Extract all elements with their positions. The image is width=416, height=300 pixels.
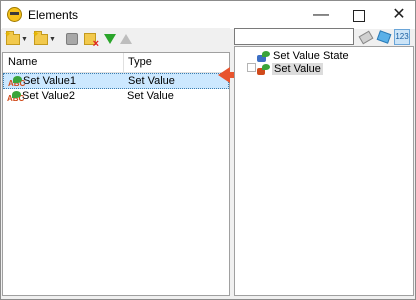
row-name: Set Value2 — [22, 90, 76, 102]
move-down-button[interactable] — [104, 31, 116, 47]
tree-expander[interactable] — [247, 63, 256, 72]
row-type: Set Value — [127, 90, 174, 102]
set-value-icon: ABC — [7, 91, 24, 103]
state-icon — [257, 51, 271, 63]
elements-toolbar: ✦ ▼ ✦ ▼ — [2, 28, 230, 50]
move-up-button[interactable] — [120, 31, 132, 47]
app-icon — [7, 7, 22, 22]
clear-filter-button[interactable] — [358, 29, 374, 45]
search-input[interactable] — [234, 28, 354, 45]
sort-numeric-button[interactable]: 123 — [394, 29, 410, 45]
tree-node-label: Set Value — [272, 63, 323, 75]
delete-button[interactable] — [84, 31, 99, 50]
tree-node-label: Set Value State — [273, 50, 349, 62]
state-tree[interactable]: Set Value State Set Value — [234, 46, 414, 296]
set-value-icon — [257, 64, 271, 76]
list-row[interactable]: ABC Set Value1 Set Value — [3, 73, 229, 89]
disable-button[interactable] — [66, 31, 78, 47]
add-element-icon: ✦ — [4, 29, 20, 45]
set-value-icon: ABC — [8, 76, 25, 88]
close-button[interactable]: ✕ — [377, 1, 416, 29]
dropdown-arrow-icon: ▼ — [21, 35, 28, 43]
highlight-button[interactable] — [376, 29, 392, 45]
list-header: Name Type — [3, 53, 229, 73]
disabled-icon — [66, 33, 78, 45]
move-down-icon — [104, 34, 116, 44]
column-header-name[interactable]: Name — [8, 56, 37, 68]
add-folder-icon: ✦ — [32, 29, 48, 45]
title-bar[interactable]: Elements — ✕ — [1, 1, 415, 29]
move-up-icon — [120, 34, 132, 44]
list-row[interactable]: ABC Set Value2 Set Value — [3, 89, 229, 105]
dropdown-arrow-icon: ▼ — [49, 35, 56, 43]
maximize-button[interactable] — [337, 1, 381, 29]
eraser-icon — [358, 30, 374, 45]
row-name: Set Value1 — [23, 75, 77, 87]
window-title: Elements — [28, 8, 79, 22]
add-element-button[interactable]: ✦ ▼ — [4, 29, 28, 47]
elements-list[interactable]: Name Type ABC Set Value1 Set Value ABC S… — [2, 52, 230, 296]
row-type: Set Value — [128, 75, 175, 87]
add-folder-button[interactable]: ✦ ▼ — [32, 29, 56, 47]
paint-icon — [376, 30, 392, 44]
column-header-type[interactable]: Type — [128, 56, 152, 68]
column-divider[interactable] — [123, 53, 124, 72]
delete-icon — [84, 33, 99, 50]
maximize-icon — [353, 10, 365, 22]
